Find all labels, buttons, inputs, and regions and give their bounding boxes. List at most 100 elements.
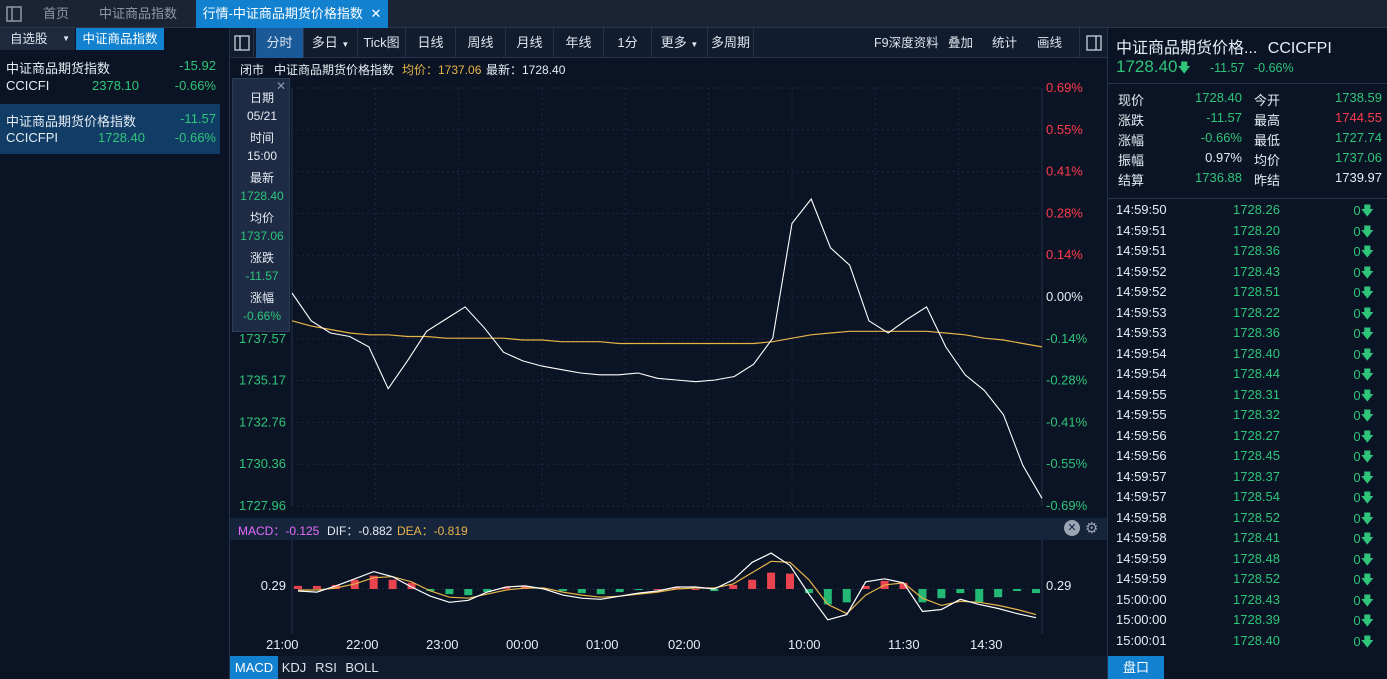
chart-toolbar: 分时 多日 ▼ Tick图 日线 周线 月线 年线 1分 更多 ▼ 多周期 F9… — [230, 28, 1107, 58]
panel-toggle-icon[interactable] — [0, 0, 28, 28]
tab-intraday[interactable]: 分时 — [256, 28, 304, 58]
layout-icon[interactable] — [230, 28, 254, 58]
pct-tick-label: -0.69% — [1046, 498, 1088, 513]
tooltip-date-label: 日期 — [249, 91, 274, 105]
tick-price: 1728.32 — [1233, 407, 1280, 422]
macd-histogram-bar — [634, 589, 643, 591]
tick-row: 14:59:59 1728.52 0🡇 — [1116, 571, 1378, 591]
tick-price: 1728.45 — [1233, 448, 1280, 463]
tick-price: 1728.36 — [1233, 325, 1280, 340]
instrument-name: 中证商品期货价格指数 — [274, 63, 395, 77]
divider — [1108, 83, 1387, 84]
quote-label: 昨结 — [1254, 173, 1281, 188]
macd-histogram-bar — [956, 589, 965, 594]
arrow-down-icon: 🡇 — [1177, 60, 1191, 75]
tab-kdj[interactable]: KDJ — [280, 656, 308, 679]
x-tick-label: 23:00 — [426, 637, 459, 652]
tick-volume: 0🡇 — [1353, 551, 1374, 567]
pct-tick-label: 0.55% — [1046, 122, 1083, 137]
list-item-code: CCICFPI — [6, 130, 58, 145]
tick-row: 14:59:58 1728.41 0🡇 — [1116, 530, 1378, 550]
order-book-button[interactable]: 盘口 — [1108, 656, 1164, 679]
tab-csi-index[interactable]: 中证商品指数 — [84, 0, 192, 28]
macd-histogram-bar — [767, 572, 776, 589]
tick-row: 14:59:58 1728.52 0🡇 — [1116, 510, 1378, 530]
statistics-button[interactable]: 统计 — [992, 28, 1017, 58]
macd-histogram-bar — [729, 584, 738, 589]
tick-row: 14:59:53 1728.36 0🡇 — [1116, 325, 1378, 345]
panel-toggle-icon[interactable] — [1079, 28, 1107, 58]
tick-time: 14:59:58 — [1116, 530, 1167, 545]
macd-histogram-bar — [786, 573, 794, 589]
tab-watchlist[interactable]: 自选股 ▼ — [0, 28, 75, 50]
pct-tick-label: -0.28% — [1046, 373, 1088, 388]
overlay-button[interactable]: 叠加 — [948, 28, 973, 58]
tick-price: 1728.40 — [1233, 345, 1280, 361]
time-axis: 21:00 22:00 23:00 00:00 01:00 02:00 10:00 11:30… — [230, 634, 1107, 656]
intraday-price-chart[interactable]: 1737.57 1735.17 1732.76 1730.36 1727.96 0.69%… — [230, 78, 1107, 518]
tab-daily[interactable]: 日线 — [406, 28, 456, 58]
tick-time: 14:59:57 — [1116, 489, 1167, 504]
tab-weekly[interactable]: 周线 — [456, 28, 506, 58]
tab-multiday[interactable]: 多日 ▼ — [304, 28, 358, 58]
macd-histogram-bar — [388, 579, 397, 589]
tab-monthly[interactable]: 月线 — [506, 28, 554, 58]
indicator-tabs: MACD KDJ RSI BOLL — [230, 656, 1107, 679]
tick-volume: 0🡇 — [1353, 326, 1374, 341]
tick-time: 14:59:54 — [1116, 345, 1167, 361]
tab-tick[interactable]: Tick图 — [358, 28, 406, 58]
market-status: 闭市 — [240, 63, 265, 77]
quote-label: 均价 — [1254, 153, 1281, 168]
quote-value: -11.57 — [1206, 110, 1242, 125]
tab-active-quote[interactable]: 行情-中证商品期货价格指数 ✕ — [196, 0, 388, 28]
tab-csi[interactable]: 中证商品指数 — [76, 28, 164, 50]
tick-row: 14:59:59 1728.48 0🡇 — [1116, 551, 1378, 571]
tab-more[interactable]: 更多 ▼ — [652, 28, 708, 58]
quote-value: 1728.40 — [1195, 90, 1242, 105]
tab-multiperiod[interactable]: 多周期 — [708, 28, 754, 58]
tick-time: 14:59:55 — [1116, 407, 1167, 422]
gear-icon[interactable]: ⚙ — [1085, 519, 1098, 537]
list-item-selected[interactable]: 中证商品期货价格指数 -11.57 CCICFPI 1728.40 -0.66% — [0, 104, 220, 154]
macd-level-left: 0.29 — [261, 578, 286, 593]
quote-label: 涨跌 — [1118, 113, 1145, 128]
tab-rsi[interactable]: RSI — [312, 656, 340, 679]
pct-tick-label: 0.41% — [1046, 164, 1083, 179]
tick-row: 14:59:54 1728.44 0🡇 — [1116, 366, 1378, 386]
quote-title-code: CCICFPI — [1267, 40, 1332, 57]
crosshair-tooltip: ✕ 日期 05/21 时间 15:00 最新 1728.40 均价 1737.0… — [232, 78, 290, 332]
pct-tick-label: -0.55% — [1046, 456, 1088, 471]
macd-chart[interactable]: 0.29 0.29 — [230, 540, 1107, 634]
tick-volume: 0🡇 — [1353, 223, 1374, 239]
tick-time: 15:00:00 — [1116, 612, 1167, 627]
tick-price: 1728.39 — [1233, 612, 1280, 627]
x-tick-label: 01:00 — [586, 637, 619, 652]
tooltip-chg: -11.57 — [245, 269, 279, 283]
quote-label: 最低 — [1254, 133, 1281, 148]
tab-yearly[interactable]: 年线 — [554, 28, 604, 58]
quote-price-value: 1728.40 — [1116, 57, 1178, 76]
list-item-row1: 中证商品期货指数 -15.92 — [6, 58, 216, 76]
tick-time: 15:00:01 — [1116, 632, 1167, 648]
chevron-down-icon: ▼ — [690, 40, 699, 49]
tab-boll[interactable]: BOLL — [342, 656, 382, 679]
tab-home[interactable]: 首页 — [30, 0, 82, 28]
tab-1min[interactable]: 1分 — [604, 28, 652, 58]
tick-row: 14:59:50 1728.26 0🡇 — [1116, 202, 1378, 222]
tab-watchlist-label: 自选股 — [10, 32, 48, 46]
tick-row: 14:59:54 1728.40 0🡇 — [1116, 346, 1378, 366]
tick-price: 1728.52 — [1233, 571, 1280, 586]
list-item[interactable]: 中证商品期货指数 -15.92 CCICFI 2378.10 -0.66% — [0, 56, 220, 98]
close-icon[interactable]: ✕ — [371, 6, 382, 21]
tick-price: 1728.51 — [1233, 284, 1280, 299]
f9-deep-data-button[interactable]: F9深度资料 — [874, 28, 939, 58]
tick-time: 14:59:53 — [1116, 304, 1167, 320]
tick-time: 15:00:00 — [1116, 591, 1167, 607]
tick-time: 14:59:57 — [1116, 468, 1167, 484]
draw-line-button[interactable]: 画线 — [1037, 28, 1062, 58]
tick-row: 14:59:51 1728.20 0🡇 — [1116, 223, 1378, 243]
tab-macd[interactable]: MACD — [230, 656, 278, 679]
x-tick-label: 22:00 — [346, 637, 379, 652]
pct-tick-label: -0.41% — [1046, 414, 1088, 429]
close-icon[interactable]: ✕ — [1064, 520, 1080, 536]
